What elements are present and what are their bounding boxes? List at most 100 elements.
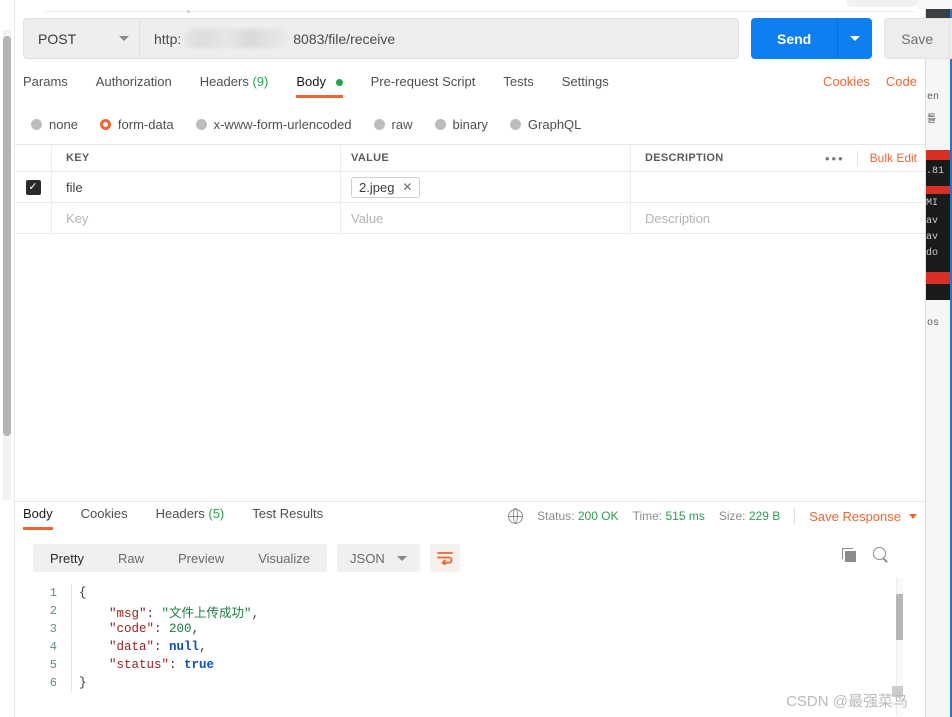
radio-icon: [195, 118, 207, 130]
request-tab-links: Cookies Code: [823, 74, 917, 89]
row-enabled-checkbox[interactable]: ✓: [25, 179, 41, 195]
row-value-cell[interactable]: 2.jpeg ✕: [341, 172, 631, 202]
tab-label: Params: [23, 74, 68, 89]
request-response-pane: POST http: 8083/file/receive Send Save P…: [14, 0, 952, 717]
search-icon[interactable]: [873, 547, 889, 563]
response-view-bar: Pretty Raw Preview Visualize JSON: [33, 544, 460, 572]
file-chip-label: 2.jpeg: [359, 179, 395, 195]
tab-label: Headers: [155, 506, 205, 521]
placeholder-description-cell[interactable]: Description: [631, 203, 925, 233]
line-number: 1: [49, 586, 57, 600]
chrome-dot: [187, 10, 190, 13]
response-format-selector[interactable]: JSON: [337, 544, 420, 572]
background-window: en 틀 .81 MI av av do os: [925, 0, 952, 717]
chrome-tab-pill-secondary: [917, 0, 952, 9]
radio-label: binary: [452, 116, 488, 132]
view-mode-preview[interactable]: Preview: [161, 551, 241, 566]
code-line: 1{: [15, 584, 259, 602]
copy-icon[interactable]: [842, 547, 857, 563]
tab-label: Headers: [199, 74, 249, 89]
view-mode-visualize[interactable]: Visualize: [241, 551, 327, 566]
placeholder-value-cell[interactable]: Value: [341, 203, 631, 233]
table-placeholder-row[interactable]: Key Value Description: [15, 203, 925, 234]
size-label: Size:: [718, 509, 746, 523]
placeholder-key-cell[interactable]: Key: [52, 203, 341, 233]
watermark-text: CSDN @最强菜鸟: [786, 693, 908, 710]
redacted-host-blur: [185, 29, 290, 48]
radio-none[interactable]: none: [31, 117, 78, 132]
background-red-bar: [926, 272, 952, 284]
line-number: 3: [49, 622, 57, 636]
close-icon[interactable]: ✕: [402, 180, 412, 194]
request-tab-bar: Params Authorization Headers (9) Body Pr…: [23, 74, 917, 102]
tab-headers[interactable]: Headers (9): [200, 74, 269, 98]
size-meta: Size: 229 B: [719, 509, 780, 523]
url-prefix: http:: [154, 30, 182, 47]
background-code-fragment: .81: [926, 166, 945, 177]
response-tab-cookies[interactable]: Cookies: [81, 506, 128, 530]
tab-params[interactable]: Params: [23, 74, 68, 98]
http-method-selector[interactable]: POST: [23, 18, 139, 59]
bulk-edit-link[interactable]: Bulk Edit: [858, 151, 917, 165]
send-button[interactable]: Send: [751, 18, 838, 59]
meta-divider: [794, 508, 796, 524]
row-key-cell[interactable]: file: [52, 172, 341, 202]
word-wrap-toggle[interactable]: [429, 544, 460, 572]
url-input[interactable]: http: 8083/file/receive: [139, 18, 739, 59]
table-header-tools: ••• Bulk Edit: [813, 145, 917, 171]
tab-tests[interactable]: Tests: [503, 74, 533, 98]
tab-label: Body: [296, 74, 326, 89]
background-text-fragment: os: [927, 318, 940, 329]
chrome-divider: [45, 11, 915, 12]
code-line: 6}: [15, 674, 259, 692]
tab-pre-request-script[interactable]: Pre-request Script: [371, 74, 476, 98]
left-scrollbar-thumb[interactable]: [3, 36, 11, 436]
tab-settings[interactable]: Settings: [562, 74, 609, 98]
globe-icon: [508, 508, 524, 524]
row-key-value: file: [66, 179, 83, 195]
cookies-link[interactable]: Cookies: [823, 74, 870, 89]
column-header-key: KEY: [66, 152, 90, 164]
save-response-label: Save Response: [809, 508, 901, 524]
postman-window: en 틀 .81 MI av av do os POST http: 8083/…: [0, 0, 952, 717]
radio-binary[interactable]: binary: [434, 116, 488, 132]
response-tab-body[interactable]: Body: [23, 506, 53, 530]
tab-authorization[interactable]: Authorization: [96, 74, 172, 98]
view-mode-raw[interactable]: Raw: [101, 551, 161, 566]
tab-label: Body: [23, 506, 53, 521]
more-options-icon[interactable]: •••: [813, 151, 857, 166]
radio-form-data[interactable]: form-data: [99, 117, 174, 132]
placeholder-key-text: Key: [66, 210, 89, 226]
view-mode-pretty[interactable]: Pretty: [33, 551, 101, 566]
response-tab-headers[interactable]: Headers (5): [156, 506, 225, 530]
radio-icon: [31, 118, 42, 130]
check-icon: ✓: [28, 180, 38, 193]
placeholder-value-text: Value: [351, 210, 384, 226]
code-text: "msg": "文件上传成功",: [109, 606, 260, 621]
line-number: 4: [49, 640, 57, 654]
send-options-button[interactable]: [838, 18, 873, 59]
line-number: 5: [49, 658, 57, 672]
tab-count: (9): [252, 74, 269, 89]
status-meta: Status: 200 OK: [537, 509, 618, 523]
radio-x-www-form-urlencoded[interactable]: x-www-form-urlencoded: [195, 116, 352, 132]
row-checkbox-cell: ✓: [15, 172, 52, 202]
radio-graphql[interactable]: GraphQL: [509, 117, 581, 132]
placeholder-checkbox-cell: [15, 203, 52, 233]
file-chip[interactable]: 2.jpeg ✕: [351, 176, 421, 198]
response-tab-test-results[interactable]: Test Results: [252, 506, 323, 530]
code-link[interactable]: Code: [886, 74, 917, 89]
chevron-down-icon: [850, 36, 861, 41]
table-row[interactable]: ✓ file 2.jpeg ✕: [15, 172, 925, 203]
code-text: "data": null,: [109, 640, 207, 654]
tab-body[interactable]: Body: [296, 74, 343, 98]
row-description-cell[interactable]: [631, 172, 925, 202]
send-button-group: Send: [751, 18, 873, 59]
save-response-button[interactable]: Save Response: [809, 509, 917, 524]
code-scrollbar-thumb[interactable]: [896, 594, 903, 640]
background-red-bar: [926, 150, 952, 160]
time-meta: Time: 515 ms: [633, 509, 705, 523]
save-button[interactable]: Save: [884, 18, 950, 59]
radio-label: x-www-form-urlencoded: [213, 116, 352, 132]
radio-raw[interactable]: raw: [373, 117, 413, 132]
